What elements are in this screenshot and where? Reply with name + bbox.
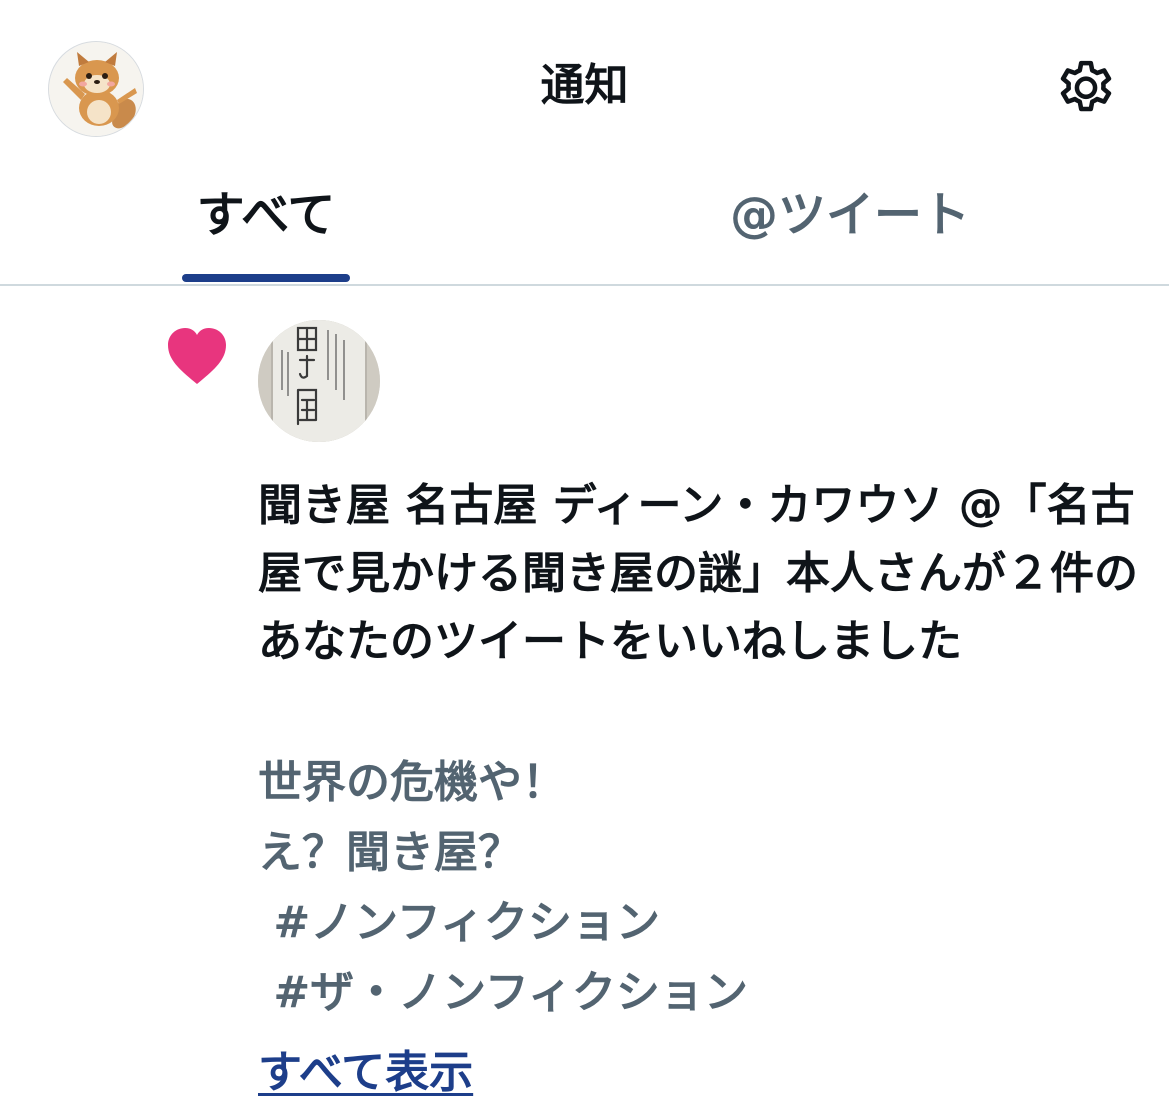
page-title: 通知 [540,60,629,111]
tweet-line: 世界の危機や！ [258,757,566,808]
kikiya-sign-avatar [258,320,380,442]
liked-tweet-text[interactable]: 世界の危機や！ え？聞き屋？ #ノンフィクション #ザ・ノンフィクション [258,748,1138,1028]
tweet-line: え？聞き屋？ [258,827,522,878]
header-bar: 通知 [0,0,1169,170]
hashtag-link[interactable]: #ノンフィクション [258,888,1138,958]
kikiya-avatar[interactable] [258,320,380,442]
settings-button[interactable] [1052,56,1120,124]
notification-tabs: すべて @ツイート [0,170,1169,286]
notification-message: 聞き屋 名古屋 ディーン・カワウソ @「名古屋で見かける聞き屋の謎」本人さんが２… [258,480,1138,667]
tab-all[interactable]: すべて [182,182,350,248]
active-tab-indicator [182,274,350,282]
show-all-link[interactable]: すべて表示 [258,1040,473,1106]
hashtag-link[interactable]: #ザ・ノンフィクション [258,958,1138,1028]
gear-icon [1060,60,1112,112]
heart-icon [166,326,228,386]
tab-mentions[interactable]: @ツイート [700,182,1000,248]
